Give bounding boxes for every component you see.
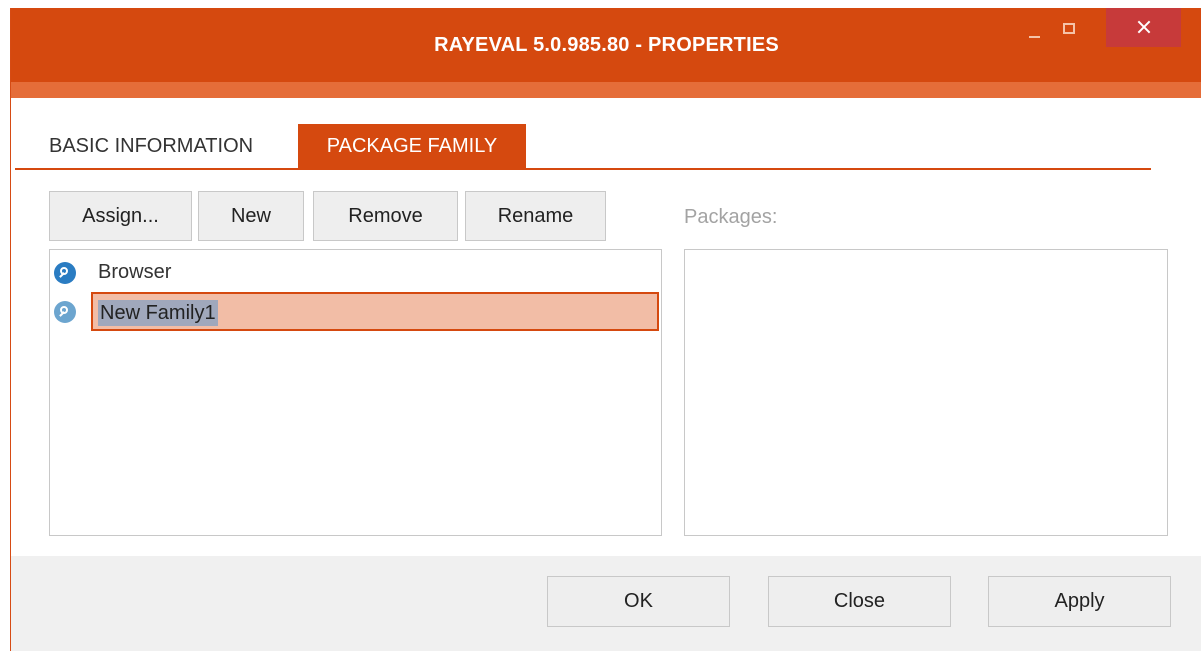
assign-button[interactable]: Assign... bbox=[49, 191, 192, 241]
minimize-icon[interactable] bbox=[1017, 8, 1057, 48]
packages-label: Packages: bbox=[684, 206, 778, 228]
packages-list[interactable] bbox=[684, 249, 1168, 536]
list-item-browser[interactable]: Browser bbox=[50, 253, 661, 293]
rename-input[interactable]: New Family1 bbox=[91, 292, 659, 331]
close-icon[interactable] bbox=[1106, 8, 1181, 47]
tab-underline bbox=[15, 168, 1151, 170]
family-icon bbox=[54, 301, 76, 323]
list-item-new-family1[interactable]: New Family1 bbox=[50, 292, 661, 332]
rename-button[interactable]: Rename bbox=[465, 191, 606, 241]
title-accent-band bbox=[11, 82, 1201, 98]
family-icon bbox=[54, 262, 76, 284]
properties-dialog: RAYEVAL 5.0.985.80 - PROPERTIES BASIC IN… bbox=[10, 8, 1201, 651]
family-list[interactable]: Browser New Family1 bbox=[49, 249, 662, 536]
rename-input-text: New Family1 bbox=[98, 300, 218, 326]
tab-basic-information[interactable]: BASIC INFORMATION bbox=[49, 124, 289, 168]
title-bar[interactable]: RAYEVAL 5.0.985.80 - PROPERTIES bbox=[11, 8, 1201, 82]
family-label: Browser bbox=[98, 261, 172, 283]
apply-button[interactable]: Apply bbox=[988, 576, 1171, 627]
tab-package-family[interactable]: PACKAGE FAMILY bbox=[298, 124, 526, 168]
remove-button[interactable]: Remove bbox=[313, 191, 458, 241]
close-button[interactable]: Close bbox=[768, 576, 951, 627]
new-button[interactable]: New bbox=[198, 191, 304, 241]
ok-button[interactable]: OK bbox=[547, 576, 730, 627]
maximize-icon[interactable] bbox=[1056, 8, 1096, 48]
